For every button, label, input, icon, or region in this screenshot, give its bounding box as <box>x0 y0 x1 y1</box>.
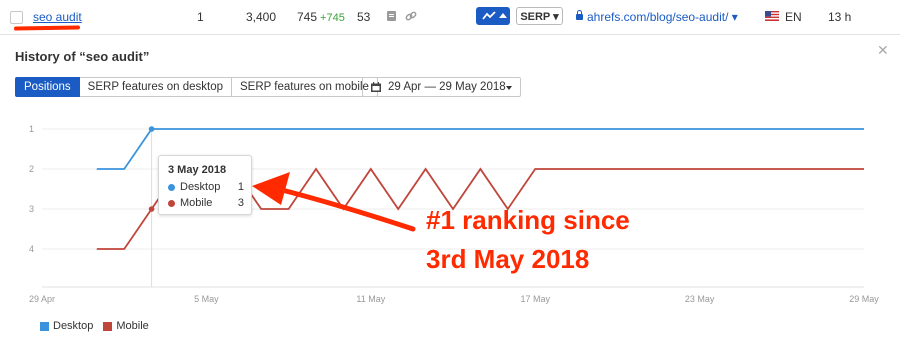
lock-icon <box>576 10 583 20</box>
date-range-picker[interactable]: 29 Apr — 29 May 2018 <box>362 77 521 97</box>
annotation-underline <box>13 25 81 31</box>
keyword-row: seo audit 1 3,400 745 +745 53 SERP ▾ ahre… <box>0 0 900 35</box>
traffic-value: 745 +745 <box>297 10 345 24</box>
legend-swatch <box>103 321 113 331</box>
traffic-number: 745 <box>297 10 318 24</box>
legend-label: Mobile <box>116 320 149 332</box>
tab-positions[interactable]: Positions <box>15 77 80 97</box>
keyword-link[interactable]: seo audit <box>33 10 82 24</box>
link-icon[interactable] <box>405 10 417 22</box>
mobile-dot <box>168 200 175 207</box>
history-tabs: Positions SERP features on desktop SERP … <box>15 77 378 97</box>
chevron-down-icon: ▾ <box>731 10 738 24</box>
chart-tooltip: 3 May 2018 Desktop 1 Mobile 3 <box>158 155 252 215</box>
tooltip-label: Desktop <box>180 181 221 193</box>
date-range-label: 29 Apr — 29 May 2018 <box>388 81 506 93</box>
result-url-text: ahrefs.com/blog/seo-audit/ <box>587 10 729 24</box>
annotation-text: #1 ranking since 3rd May 2018 <box>426 205 630 274</box>
legend-item-mobile[interactable]: Mobile <box>103 320 149 332</box>
serp-label: SERP <box>520 11 551 23</box>
language-value: EN <box>785 10 802 24</box>
legend-swatch <box>40 321 49 331</box>
chart-legend: Desktop Mobile <box>40 320 149 332</box>
traffic-change: +745 <box>320 12 345 24</box>
close-icon[interactable]: ✕ <box>877 42 889 59</box>
us-flag-icon <box>765 11 779 21</box>
desktop-dot <box>168 184 175 191</box>
panel-title: History of “seo audit” <box>15 49 150 64</box>
trend-chart-icon <box>482 11 507 20</box>
volume-value: 3,400 <box>246 10 277 24</box>
kd-value: 53 <box>357 10 371 24</box>
tooltip-date: 3 May 2018 <box>168 164 227 176</box>
tab-serp-features-mobile[interactable]: SERP features on mobile <box>232 77 378 97</box>
note-icon[interactable] <box>387 11 396 21</box>
tab-serp-features-desktop[interactable]: SERP features on desktop <box>79 77 232 97</box>
chevron-down-icon <box>506 86 512 90</box>
updated-value: 13 h <box>828 10 852 24</box>
tooltip-row-mobile: Mobile 3 <box>168 197 244 210</box>
tooltip-label: Mobile <box>180 197 213 209</box>
chevron-down-icon: ▾ <box>553 11 559 23</box>
tooltip-row-desktop: Desktop 1 <box>168 181 244 194</box>
tooltip-value: 3 <box>237 197 244 209</box>
calendar-icon <box>371 82 381 92</box>
serp-dropdown-button[interactable]: SERP ▾ <box>516 7 563 25</box>
result-url[interactable]: ahrefs.com/blog/seo-audit/ ▾ <box>576 10 738 24</box>
row-checkbox[interactable] <box>10 11 23 24</box>
position-value: 1 <box>197 10 204 24</box>
legend-item-desktop[interactable]: Desktop <box>40 320 93 332</box>
trend-button[interactable] <box>476 7 510 25</box>
legend-label: Desktop <box>53 320 94 332</box>
tooltip-value: 1 <box>237 181 244 193</box>
